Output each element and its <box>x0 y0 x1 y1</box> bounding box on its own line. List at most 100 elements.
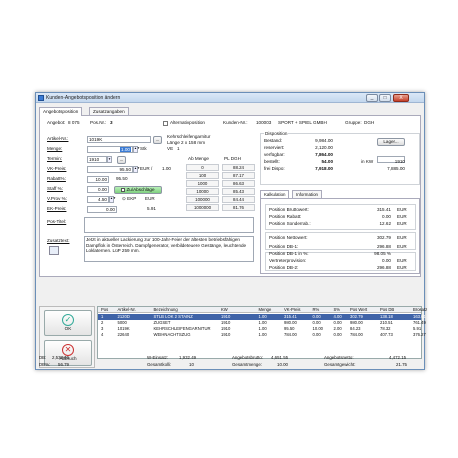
zuab-checkbox <box>121 187 126 192</box>
grid-header-cell[interactable]: Pos <box>101 307 108 313</box>
staffel-label: Staff %: <box>47 186 64 191</box>
minimize-button[interactable]: _ <box>366 94 378 102</box>
termin-label: Termin: <box>47 156 63 161</box>
termin-lookup-button[interactable]: ... <box>117 156 126 164</box>
grid-cell: 4 <box>101 332 104 337</box>
grid-header-cell[interactable]: VK-Preis <box>284 307 301 313</box>
title-bar: Kunden-Angebotsposition ändern _ □ X <box>36 93 424 103</box>
staffel-menge-cell: 1000000 <box>186 204 219 211</box>
disposition-title: Disposition <box>264 131 289 136</box>
summary-bar: DB: 2,538.66 DB%: 56.79 W-Einsatz: 1,932… <box>39 355 422 369</box>
table-row[interactable]: 4 22640 WEIHNACHTSZUG 1910 1.00 784.00 0.00 0.0… <box>98 332 426 338</box>
artikel-label: Artikel-Nr.: <box>47 136 69 141</box>
staffel-menge-cell: 100000 <box>186 196 219 203</box>
lager-button[interactable]: Lager... <box>377 138 405 146</box>
gruppe-label: Gruppe: <box>345 120 362 125</box>
gesamtmenge-label: Gesamtmenge: <box>232 362 263 367</box>
termin-input[interactable]: 1910 <box>87 156 107 163</box>
grid-header-cell[interactable]: Pos DB <box>380 307 394 313</box>
ek-label: EK-Preis: <box>47 206 67 211</box>
grid-cell: 0.00 <box>312 332 321 337</box>
artikel-lookup-button[interactable]: ... <box>153 136 162 144</box>
grid-cell: 22640 <box>117 332 130 337</box>
grid-header-cell[interactable]: S% <box>334 307 341 313</box>
grid-header-cell[interactable]: Pos Wert <box>350 307 367 313</box>
dialog-window: Kunden-Angebotsposition ändern _ □ X Ang… <box>35 92 427 370</box>
rabatt-input[interactable]: 10.00 <box>87 176 109 183</box>
kalk-value: 0.00 <box>382 214 391 219</box>
db-label: DB: <box>39 355 47 360</box>
ekp-radio-label: ⊙ EKP <box>122 196 137 201</box>
zuab-button[interactable]: Zu/Abschläge <box>114 186 162 194</box>
vprov-input[interactable]: 4.50 <box>87 196 109 203</box>
kalk-unit: EUR <box>397 207 407 212</box>
staffel-price-cell: 81.76 <box>222 204 255 211</box>
kalk-label: Position Nettowert: <box>269 235 308 240</box>
pos-value: 3 <box>110 120 113 125</box>
grid-header-cell[interactable]: Artikel-Nr. <box>118 307 136 313</box>
staffel-input[interactable]: 0.00 <box>87 186 109 193</box>
ok-label: OK <box>64 326 72 331</box>
kalk-value: 315.41 <box>376 207 391 212</box>
staffel-price-cell: 87.17 <box>222 172 255 179</box>
kalk-value: 296.88 <box>376 244 391 249</box>
staffel-price-cell: 84.44 <box>222 196 255 203</box>
zusatz-textarea[interactable]: Jetzt in aktueller Lackierung zur 100-Ja… <box>84 236 254 262</box>
artikel-input[interactable]: 1019K <box>87 136 151 143</box>
grid-header-cell[interactable]: Bezeichnung <box>154 307 178 313</box>
dispo-value: 7,918.00 <box>315 166 333 171</box>
positions-grid[interactable]: Pos Artikel-Nr. Bezeichnung KW Menge VK-Preis… <box>97 306 427 359</box>
chevron-down-icon[interactable]: ▾ <box>107 156 112 163</box>
kunden-value: 100003 <box>256 120 272 125</box>
vk-label: VK-Preis: <box>47 166 67 171</box>
close-button[interactable]: X <box>393 94 409 102</box>
grid-header-cell[interactable]: R% <box>313 307 320 313</box>
grid-cell: 1.00 <box>258 332 267 337</box>
tab-angebotsposition[interactable]: Angebotsposition <box>39 107 83 116</box>
maximize-button[interactable]: □ <box>379 94 391 102</box>
ek-input[interactable]: 0.00 <box>87 206 117 213</box>
grid-header-cell[interactable]: KW <box>221 307 228 313</box>
staffel-menge-cell: 100 <box>186 172 219 179</box>
ek-value: 5.91 <box>147 206 156 211</box>
kalk-label: Vertreterprovision: <box>269 258 307 263</box>
vprov-label: V.Prov %: <box>47 196 68 201</box>
vk-input[interactable]: 95.50 <box>87 166 133 173</box>
tab-information[interactable]: Information <box>292 190 322 198</box>
menge-input[interactable]: 1.00 <box>87 146 133 153</box>
rabatt-value: 95.50 <box>116 176 128 181</box>
rabatt-label: Rabatt%: <box>47 176 66 181</box>
vprov-spinner[interactable]: ▲▼ <box>109 196 116 203</box>
vk-per: 1.00 <box>162 166 171 171</box>
edit-icon[interactable] <box>49 246 59 255</box>
angebot-value: 8 075 <box>68 120 80 125</box>
postitel-input[interactable] <box>84 217 254 233</box>
tab-zusatzangaben[interactable]: Zusatzangaben <box>89 107 129 115</box>
kalk-unit: EUR <box>397 244 407 249</box>
menge-spinner[interactable]: ▲▼ <box>133 146 140 153</box>
alternativ-checkbox[interactable] <box>163 121 168 126</box>
ve-label: VE <box>167 146 174 151</box>
kalk-value: 98.05 % <box>374 251 391 256</box>
grid-cell: WEIHNACHTSZUG <box>153 332 191 337</box>
wertsatz-label: W-Einsatz: <box>147 355 169 360</box>
gesamtkolli-value: 10 <box>189 362 194 367</box>
dispo-label: Bestand: <box>264 138 283 143</box>
ek-currency: EUR <box>145 196 155 201</box>
check-icon: ✓ <box>62 314 74 326</box>
dispo-label: reserviert: <box>264 145 285 150</box>
staffel-menge-cell: 1000 <box>186 180 219 187</box>
ok-button[interactable]: ✓ OK <box>44 310 92 336</box>
kalk-unit: EUR <box>397 265 407 270</box>
grid-cell: 0.00 <box>333 332 342 337</box>
vk-spinner[interactable]: ▲▼ <box>133 166 140 173</box>
gesamtmenge-value: 10.00 <box>277 362 288 367</box>
db-value: 2,538.66 <box>52 355 70 360</box>
dispo-label: bestellt: <box>264 159 280 164</box>
grid-header-cell[interactable]: Brosatz <box>413 307 427 313</box>
menge-value: 1.00 <box>120 147 131 152</box>
kalk-value: 302.79 <box>376 235 391 240</box>
tab-kalkulation[interactable]: Kalkulation <box>260 190 290 198</box>
grid-header-cell[interactable]: Menge <box>259 307 272 313</box>
zusatz-label: Zusatztext: <box>47 238 70 243</box>
